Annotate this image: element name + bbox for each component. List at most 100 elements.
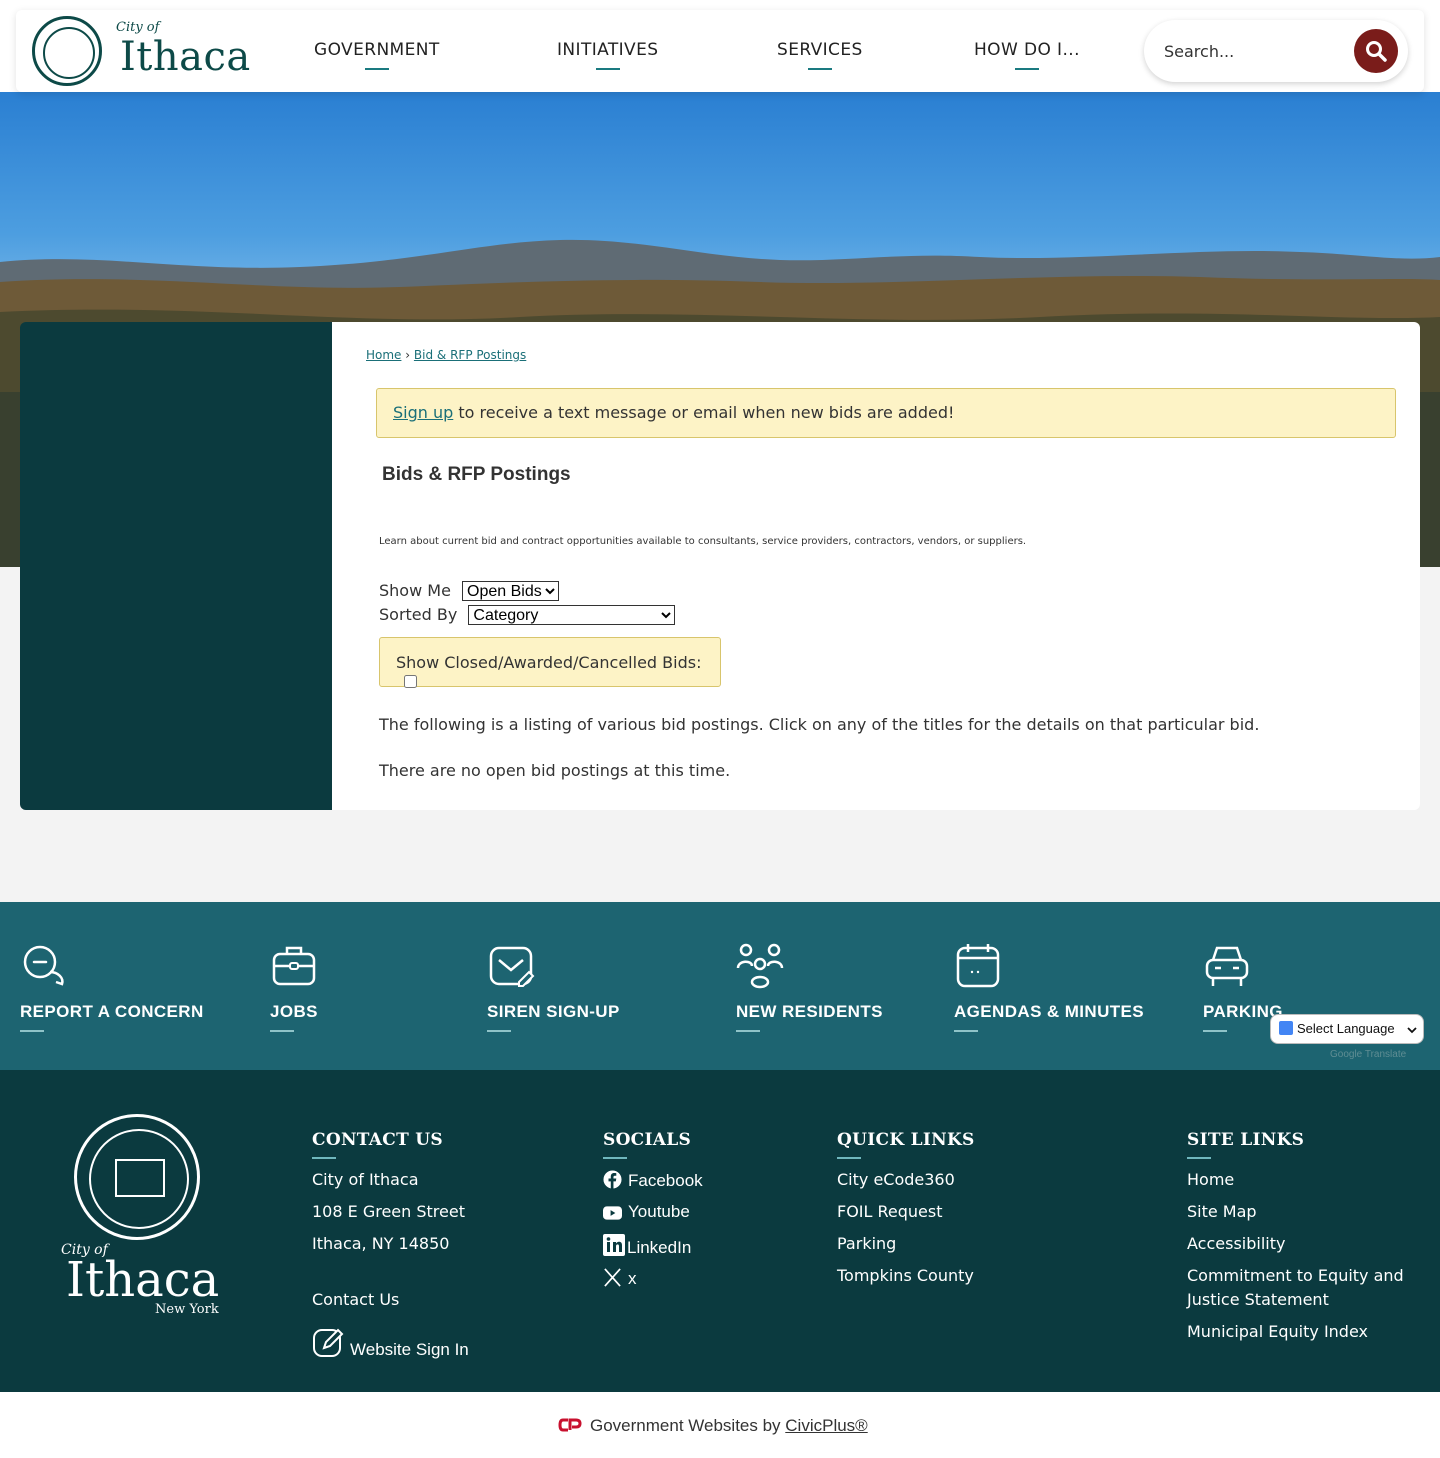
signup-alert: Sign up to receive a text message or ema… (376, 388, 1396, 438)
nav-how-do-i[interactable]: HOW DO I... (974, 40, 1080, 70)
footer-site-link-continued[interactable]: Justice Statement (1187, 1290, 1329, 1309)
google-translate-icon (1279, 1021, 1293, 1035)
civicplus-logo-icon (558, 1418, 582, 1432)
city-seal-icon (32, 16, 102, 86)
quick-link-report-concern[interactable]: REPORT A CONCERN (20, 942, 203, 1032)
sorted-by-select[interactable]: Category (468, 605, 676, 625)
footer-quick-link[interactable]: City eCode360 (837, 1170, 955, 1189)
footer-site-links-heading: SITE LINKS (1187, 1130, 1305, 1159)
footer-contact-heading: CONTACT US (312, 1130, 443, 1159)
chat-bubbles-icon (23, 945, 64, 986)
footer-socials-heading: SOCIALS (603, 1130, 692, 1159)
city-hall-icon (115, 1159, 165, 1197)
language-select-label: Select Language (1297, 1021, 1395, 1036)
briefcase-icon (272, 946, 316, 986)
footer-site-link[interactable]: Commitment to Equity and (1187, 1266, 1404, 1285)
nav-services[interactable]: SERVICES (777, 40, 863, 70)
car-icon (1205, 946, 1249, 986)
quick-link-parking[interactable]: PARKING (1203, 942, 1283, 1032)
show-closed-box: Show Closed/Awarded/Cancelled Bids: (379, 637, 721, 688)
quick-link-new-residents[interactable]: NEW RESIDENTS (736, 942, 882, 1032)
facebook-icon (603, 1170, 622, 1189)
footer-logo-state: New York (155, 1302, 219, 1317)
civicplus-credit: Government Websites by CivicPlus® (558, 1416, 868, 1436)
show-closed-label: Show Closed/Awarded/Cancelled Bids: (396, 653, 702, 672)
footer-contact-line3: Ithaca, NY 14850 (312, 1234, 450, 1253)
quick-links-bar: REPORT A CONCERN JOBS SIREN SIGN-UP NEW … (0, 902, 1440, 1070)
language-select[interactable]: Select Language (1270, 1014, 1424, 1044)
social-x-label: x (628, 1269, 637, 1288)
footer-site-link[interactable]: Accessibility (1187, 1234, 1285, 1253)
page-title: Bids & RFP Postings (382, 464, 571, 485)
footer-quick-link[interactable]: Parking (837, 1234, 896, 1253)
website-sign-in-label: Website Sign In (350, 1340, 469, 1359)
chevron-down-icon (1407, 1027, 1417, 1034)
site-footer: City of Ithaca New York CONTACT US City … (0, 1070, 1440, 1392)
quick-link-agendas-minutes[interactable]: AGENDAS & MINUTES (954, 942, 1144, 1032)
search-input[interactable] (1164, 38, 1334, 64)
footer-contact-line1: City of Ithaca (312, 1170, 419, 1189)
breadcrumb-current[interactable]: Bid & RFP Postings (414, 348, 526, 362)
breadcrumb-home[interactable]: Home (366, 348, 401, 362)
powered-by-google[interactable]: Google Translate (1330, 1049, 1406, 1060)
footer-site-link[interactable]: Municipal Equity Index (1187, 1322, 1368, 1341)
sorted-by-label: Sorted By (379, 605, 458, 624)
footer-quick-links-heading: QUICK LINKS (837, 1130, 975, 1159)
quick-link-jobs[interactable]: JOBS (270, 942, 318, 1032)
edit-icon (313, 1328, 344, 1357)
footer-quick-link[interactable]: Tompkins County (837, 1266, 974, 1285)
social-youtube[interactable]: Youtube (603, 1202, 690, 1222)
social-x[interactable]: x (603, 1268, 637, 1289)
logo-city-of: City of (116, 20, 160, 35)
search-icon (1366, 41, 1387, 62)
quick-link-label: SIREN SIGN-UP (487, 1002, 620, 1032)
social-linkedin-label: LinkedIn (627, 1238, 692, 1257)
social-facebook[interactable]: Facebook (603, 1170, 703, 1191)
social-linkedin[interactable]: LinkedIn (603, 1234, 691, 1258)
nav-government[interactable]: GOVERNMENT (314, 40, 440, 70)
people-group-icon (736, 943, 784, 989)
breadcrumb-separator: › (405, 348, 411, 362)
social-youtube-label: Youtube (628, 1202, 690, 1221)
empty-text: There are no open bid postings at this t… (379, 761, 731, 780)
calendar-icon (956, 944, 1000, 988)
search-button[interactable] (1354, 29, 1398, 73)
social-facebook-label: Facebook (628, 1171, 703, 1190)
page-intro: Learn about current bid and contract opp… (379, 536, 1027, 547)
show-closed-checkbox[interactable] (404, 675, 417, 688)
x-icon (604, 1268, 621, 1287)
signup-alert-text: to receive a text message or email when … (453, 403, 955, 422)
linkedin-icon (603, 1234, 625, 1256)
quick-link-label: AGENDAS & MINUTES (954, 1002, 1145, 1032)
city-logo[interactable]: City of Ithaca (32, 16, 262, 86)
quick-link-siren-signup[interactable]: SIREN SIGN-UP (487, 942, 619, 1032)
footer-contact-line2: 108 E Green Street (312, 1202, 465, 1221)
mail-edit-icon (489, 946, 535, 987)
nav-initiatives[interactable]: INITIATIVES (557, 40, 658, 70)
city-seal-icon (74, 1114, 200, 1240)
footer-site-link[interactable]: Site Map (1187, 1202, 1257, 1221)
civicplus-text: Government Websites by (590, 1416, 786, 1435)
quick-link-label: REPORT A CONCERN (20, 1002, 204, 1032)
sidebar-panel (20, 322, 332, 810)
show-me-row: Show Me Open Bids (379, 581, 559, 601)
signup-link[interactable]: Sign up (393, 403, 453, 422)
sorted-by-row: Sorted By Category (379, 605, 676, 625)
quick-link-label: NEW RESIDENTS (736, 1002, 883, 1032)
quick-link-label: JOBS (270, 1002, 318, 1032)
footer-logo-name: Ithaca (66, 1252, 220, 1308)
bottom-bar: Government Websites by CivicPlus® (0, 1392, 1440, 1458)
civicplus-link[interactable]: CivicPlus® (785, 1416, 867, 1435)
show-me-select[interactable]: Open Bids (462, 581, 559, 601)
show-me-label: Show Me (379, 581, 451, 600)
footer-quick-link[interactable]: FOIL Request (837, 1202, 943, 1221)
footer-contact-link[interactable]: Contact Us (312, 1290, 399, 1309)
footer-site-link[interactable]: Home (1187, 1170, 1234, 1189)
logo-name: Ithaca (120, 34, 251, 80)
website-sign-in-link[interactable]: Website Sign In (312, 1326, 469, 1360)
youtube-icon (603, 1206, 622, 1220)
search-box (1144, 20, 1408, 82)
main-content: Home › Bid & RFP Postings Sign up to rec… (332, 322, 1420, 810)
breadcrumb: Home › Bid & RFP Postings (366, 348, 526, 362)
listing-text: The following is a listing of various bi… (379, 715, 1260, 734)
